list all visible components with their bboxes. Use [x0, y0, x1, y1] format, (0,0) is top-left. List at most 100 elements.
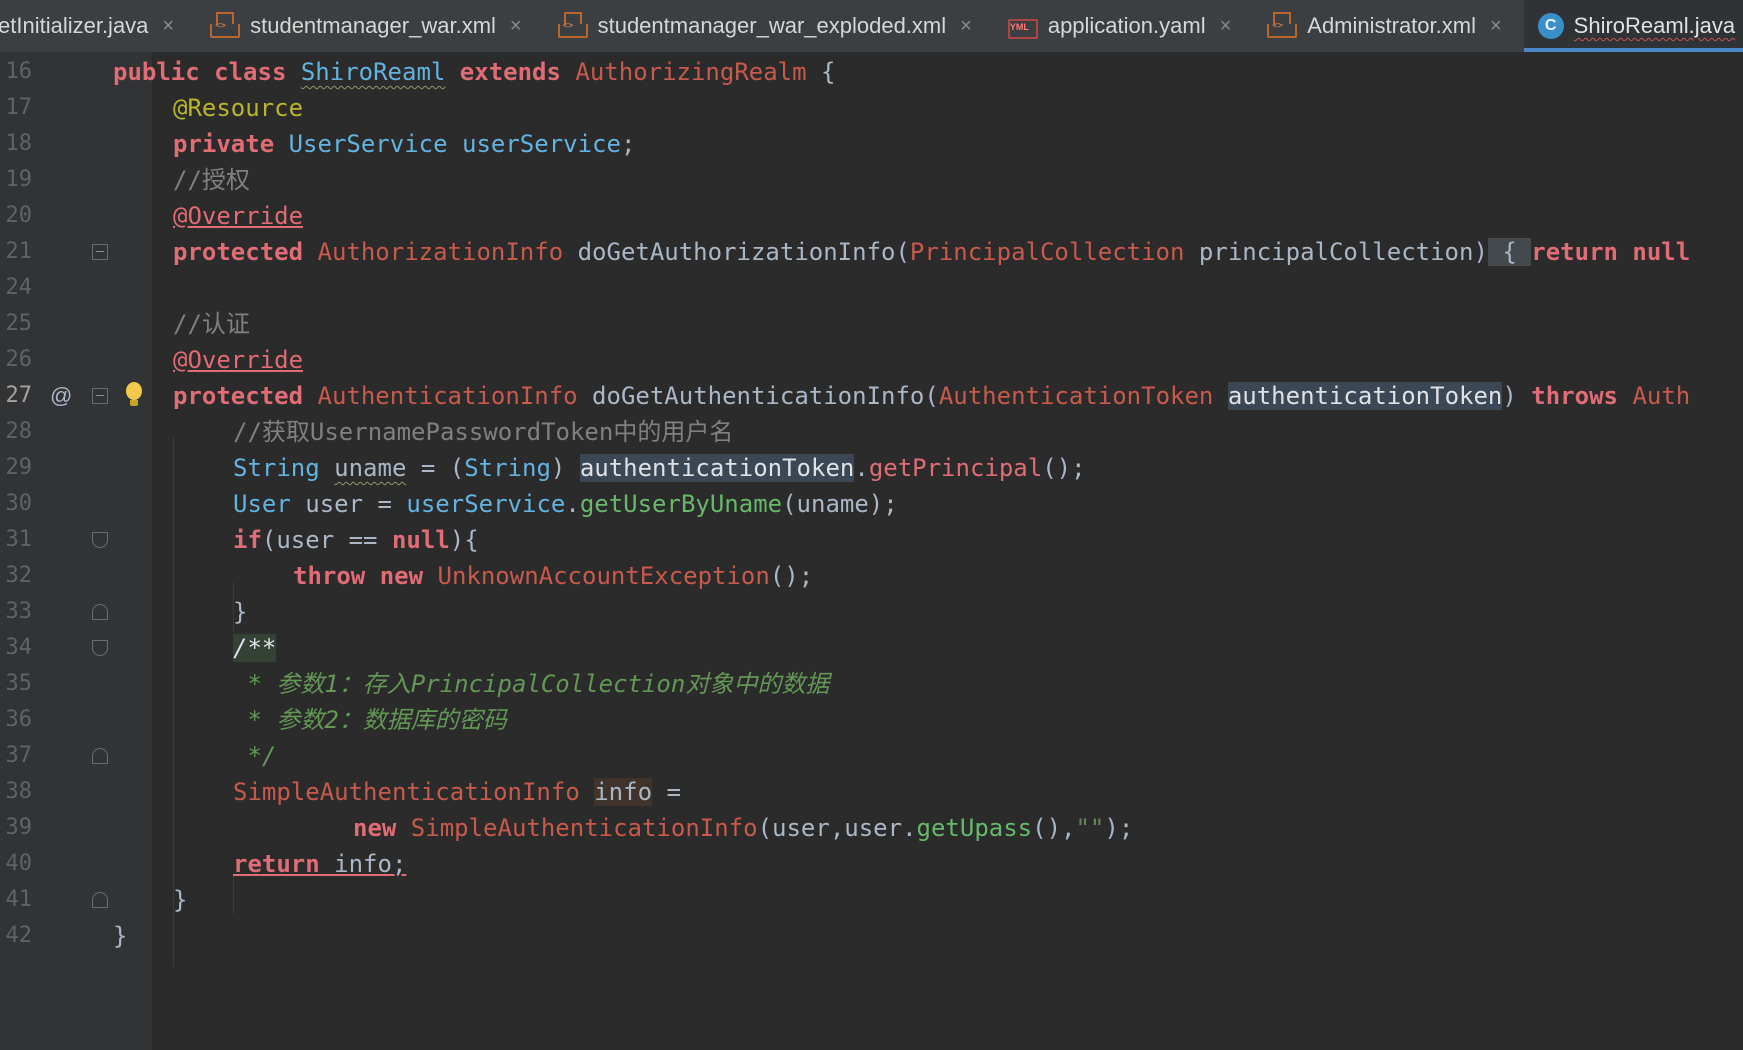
- code-text[interactable]: }: [233, 592, 247, 632]
- line-number: 16: [5, 59, 33, 84]
- code-text[interactable]: //授权: [173, 160, 250, 200]
- code-line[interactable]: 34 /**: [0, 628, 1743, 668]
- code-text[interactable]: @Override: [173, 340, 303, 380]
- code-text[interactable]: public class ShiroReaml extends Authoriz…: [113, 52, 835, 92]
- fold-toggle-icon[interactable]: [92, 388, 108, 404]
- line-number: 26: [5, 347, 33, 372]
- code-line[interactable]: 26 @Override: [0, 340, 1743, 380]
- fold-toggle-icon[interactable]: [92, 532, 108, 548]
- code-line[interactable]: 32 throw new UnknownAccountException();: [0, 556, 1743, 596]
- code-line[interactable]: 42 }: [0, 916, 1743, 956]
- tab-administrator-xml[interactable]: Administrator.xml ×: [1253, 0, 1523, 52]
- code-text[interactable]: * 参数2：数据库的密码: [233, 700, 506, 740]
- code-line[interactable]: 39 new SimpleAuthenticationInfo(user,use…: [0, 808, 1743, 848]
- code-line[interactable]: 33 }: [0, 592, 1743, 632]
- fold-toggle-icon[interactable]: [92, 748, 108, 764]
- code-text[interactable]: User user = userService.getUserByUname(u…: [233, 484, 898, 524]
- code-text[interactable]: @Resource: [173, 88, 303, 128]
- code-text[interactable]: SimpleAuthenticationInfo info =: [233, 772, 681, 812]
- code-text[interactable]: protected AuthenticationInfo doGetAuthen…: [173, 376, 1690, 416]
- code-line[interactable]: 29 String uname = (String) authenticatio…: [0, 448, 1743, 488]
- editor-tab-bar: etInitializer.java × studentmanager_war.…: [0, 0, 1743, 53]
- yaml-file-icon: [1007, 19, 1038, 39]
- code-line[interactable]: 37 */: [0, 736, 1743, 776]
- tab-label: studentmanager_war_exploded.xml: [597, 13, 947, 38]
- code-text[interactable]: private UserService userService;: [173, 124, 635, 164]
- code-text[interactable]: @Override: [173, 196, 303, 236]
- code-line[interactable]: 16 public class ShiroReaml extends Autho…: [0, 52, 1743, 92]
- tab-label: application.yaml: [1047, 13, 1206, 38]
- code-line[interactable]: 19 //授权: [0, 160, 1743, 200]
- fold-toggle-icon[interactable]: [92, 640, 108, 656]
- tab-initializer-java[interactable]: etInitializer.java ×: [0, 0, 196, 52]
- code-line[interactable]: 36 * 参数2：数据库的密码: [0, 700, 1743, 740]
- code-line[interactable]: 31 if(user == null){: [0, 520, 1743, 560]
- code-line[interactable]: 17 @Resource: [0, 88, 1743, 128]
- code-text[interactable]: /**: [233, 628, 277, 668]
- line-number: 40: [5, 851, 33, 876]
- code-line[interactable]: 20 @Override: [0, 196, 1743, 236]
- line-number: 32: [5, 563, 33, 588]
- code-line[interactable]: 30 User user = userService.getUserByUnam…: [0, 484, 1743, 524]
- line-number: 27: [5, 383, 33, 408]
- code-text[interactable]: */: [233, 736, 276, 776]
- fold-toggle-icon[interactable]: [92, 604, 108, 620]
- line-number: 20: [5, 203, 33, 228]
- code-text[interactable]: }: [113, 916, 127, 956]
- code-line[interactable]: 40 return info;: [0, 844, 1743, 884]
- tab-application-yaml[interactable]: application.yaml ×: [994, 0, 1253, 52]
- code-text[interactable]: throw new UnknownAccountException();: [293, 556, 813, 596]
- tab-label: Administrator.xml: [1307, 13, 1476, 38]
- code-line[interactable]: 28 //获取UsernamePasswordToken中的用户名: [0, 412, 1743, 452]
- tab-shiroreaml-java[interactable]: C ShiroReaml.java: [1523, 0, 1743, 52]
- close-icon[interactable]: ×: [960, 15, 972, 38]
- code-text[interactable]: String uname = (String) authenticationTo…: [233, 448, 1086, 488]
- tab-studentmanager-war-xml[interactable]: studentmanager_war.xml ×: [196, 0, 543, 52]
- xml-file-icon: [210, 12, 241, 38]
- line-number: 34: [5, 635, 33, 660]
- line-number: 41: [5, 887, 33, 912]
- fold-toggle-icon[interactable]: [92, 892, 108, 908]
- line-number: 38: [5, 779, 33, 804]
- line-number: 37: [5, 743, 33, 768]
- code-text[interactable]: * 参数1：存入PrincipalCollection对象中的数据: [233, 664, 829, 704]
- close-icon[interactable]: ×: [162, 15, 174, 38]
- code-text[interactable]: new SimpleAuthenticationInfo(user,user.g…: [353, 808, 1133, 848]
- xml-file-icon: [557, 12, 588, 38]
- line-number: 33: [5, 599, 33, 624]
- code-line[interactable]: 21 protected AuthorizationInfo doGetAuth…: [0, 232, 1743, 272]
- code-editor[interactable]: 16 public class ShiroReaml extends Autho…: [0, 52, 1743, 1050]
- line-number: 24: [5, 275, 33, 300]
- code-line[interactable]: 25 //认证: [0, 304, 1743, 344]
- code-text[interactable]: return info;: [233, 844, 406, 884]
- line-number: 25: [5, 311, 33, 336]
- code-line[interactable]: 24: [0, 268, 1743, 308]
- code-text[interactable]: if(user == null){: [233, 520, 479, 560]
- override-marker-icon[interactable]: @: [50, 376, 72, 416]
- code-line[interactable]: 41 }: [0, 880, 1743, 920]
- code-line-current[interactable]: 27 @ protected AuthenticationInfo doGetA…: [0, 376, 1743, 416]
- code-line[interactable]: 35 * 参数1：存入PrincipalCollection对象中的数据: [0, 664, 1743, 704]
- code-line[interactable]: 18 private UserService userService;: [0, 124, 1743, 164]
- tab-label: ShiroReaml.java: [1573, 13, 1736, 38]
- java-class-icon: C: [1537, 13, 1564, 39]
- line-number: 29: [5, 455, 33, 480]
- line-number: 19: [5, 167, 33, 192]
- close-icon[interactable]: ×: [510, 15, 522, 38]
- code-text[interactable]: protected AuthorizationInfo doGetAuthori…: [173, 232, 1690, 272]
- tab-label: etInitializer.java: [0, 13, 149, 38]
- line-number: 28: [5, 419, 33, 444]
- code-text[interactable]: }: [173, 880, 187, 920]
- line-number: 39: [5, 815, 33, 840]
- fold-toggle-icon[interactable]: [92, 244, 108, 260]
- lightbulb-intention-icon[interactable]: [125, 382, 143, 410]
- line-number: 30: [5, 491, 33, 516]
- tab-label: studentmanager_war.xml: [250, 13, 496, 38]
- tab-studentmanager-war-exploded-xml[interactable]: studentmanager_war_exploded.xml ×: [544, 0, 994, 52]
- code-text[interactable]: //认证: [173, 304, 250, 344]
- close-icon[interactable]: ×: [1220, 15, 1232, 38]
- code-text[interactable]: //获取UsernamePasswordToken中的用户名: [233, 412, 733, 452]
- close-icon[interactable]: ×: [1490, 15, 1502, 38]
- code-line[interactable]: 38 SimpleAuthenticationInfo info =: [0, 772, 1743, 812]
- xml-file-icon: [1267, 12, 1298, 38]
